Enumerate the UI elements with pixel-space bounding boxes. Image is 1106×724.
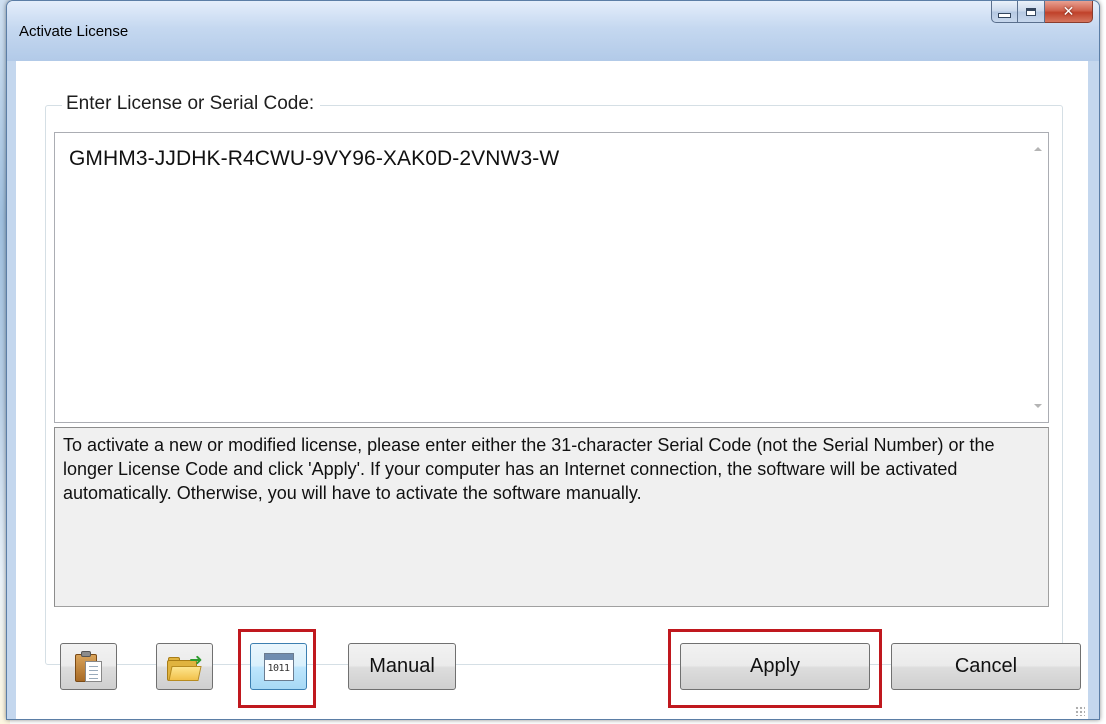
scroll-up-arrow-icon[interactable] xyxy=(1034,147,1042,151)
info-message-box: To activate a new or modified license, p… xyxy=(54,427,1049,607)
manual-button[interactable]: Manual xyxy=(348,643,456,690)
dialog-client-area: Enter License or Serial Code: GMHM3-JJDH… xyxy=(16,61,1088,719)
caption-buttons: ✕ xyxy=(991,1,1093,23)
minimize-button[interactable] xyxy=(991,1,1018,23)
maximize-button[interactable] xyxy=(1018,1,1045,23)
highlight-box-apply-button xyxy=(668,629,882,708)
paste-button[interactable] xyxy=(60,643,117,690)
maximize-icon xyxy=(1026,7,1036,16)
highlight-box-binary-button xyxy=(238,629,316,708)
window-title: Activate License xyxy=(19,23,129,40)
vertical-scrollbar[interactable] xyxy=(1028,133,1048,422)
info-message-text: To activate a new or modified license, p… xyxy=(63,435,995,503)
license-code-textarea[interactable]: GMHM3-JJDHK-R4CWU-9VY96-XAK0D-2VNW3-W xyxy=(54,132,1049,423)
close-button[interactable]: ✕ xyxy=(1045,1,1093,23)
title-bar[interactable]: Activate License ✕ xyxy=(7,1,1099,61)
open-file-button[interactable]: ➜ xyxy=(156,643,213,690)
activate-license-dialog: Activate License ✕ Enter License or Seri… xyxy=(6,0,1100,720)
minimize-icon xyxy=(998,13,1011,18)
open-folder-icon: ➜ xyxy=(166,651,203,682)
clipboard-paste-icon xyxy=(74,650,103,683)
scroll-down-arrow-icon[interactable] xyxy=(1034,404,1042,408)
license-group-label: Enter License or Serial Code: xyxy=(62,93,321,115)
cancel-button[interactable]: Cancel xyxy=(891,643,1081,690)
resize-grip[interactable] xyxy=(1075,706,1085,716)
close-icon: ✕ xyxy=(1062,3,1075,20)
license-code-value: GMHM3-JJDHK-R4CWU-9VY96-XAK0D-2VNW3-W xyxy=(69,147,560,170)
